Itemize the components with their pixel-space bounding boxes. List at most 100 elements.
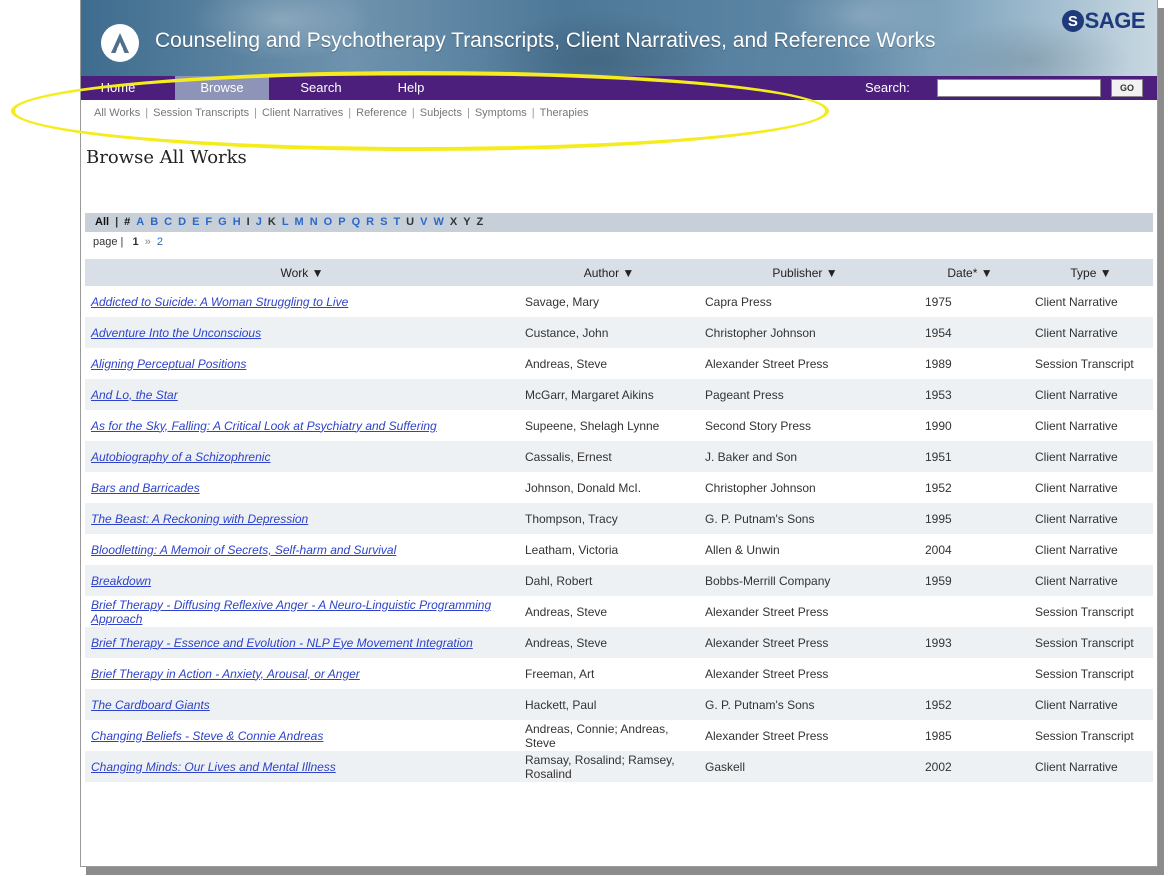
subnav-client-narratives[interactable]: Client Narratives — [262, 107, 343, 119]
cell-work: Aligning Perceptual Positions — [85, 348, 519, 379]
alpha-letter-r[interactable]: R — [366, 216, 374, 228]
cell-type: Session Transcript — [1029, 627, 1153, 658]
table-row: Changing Beliefs - Steve & Connie Andrea… — [85, 720, 1153, 751]
work-title-link[interactable]: Autobiography of a Schizophrenic — [91, 450, 270, 464]
alpha-letter-o[interactable]: O — [324, 216, 333, 228]
nav-search[interactable]: Search — [281, 76, 361, 100]
col-header-publisher[interactable]: Publisher ▼ — [699, 259, 911, 286]
alpha-letter-q[interactable]: Q — [352, 216, 361, 228]
table-row: Bars and Barricades Johnson, Donald McI. C… — [85, 472, 1153, 503]
alpha-letter-f[interactable]: F — [205, 216, 212, 228]
cell-date: 1951 — [911, 441, 1029, 472]
cell-work: Bars and Barricades — [85, 472, 519, 503]
cell-author: Andreas, Steve — [525, 356, 608, 371]
search-input[interactable] — [937, 79, 1101, 97]
cell-author: Dahl, Robert — [519, 565, 699, 596]
work-title-link[interactable]: Brief Therapy - Diffusing Reflexive Ange… — [91, 598, 491, 626]
alpha-all[interactable]: All — [95, 216, 109, 228]
cell-publisher: Alexander Street Press — [699, 627, 911, 658]
subnav-therapies[interactable]: Therapies — [540, 107, 589, 119]
alpha-letter-m[interactable]: M — [295, 216, 304, 228]
site-logo-icon[interactable] — [101, 24, 139, 62]
work-title-link[interactable]: Brief Therapy - Essence and Evolution - … — [91, 636, 473, 650]
go-button[interactable]: GO — [1111, 79, 1143, 97]
work-title-link[interactable]: Aligning Perceptual Positions — [91, 357, 246, 371]
alpha-letter-b[interactable]: B — [150, 216, 158, 228]
cell-date: 1952 — [911, 689, 1029, 720]
col-header-date[interactable]: Date* ▼ — [911, 259, 1029, 286]
subnav-reference[interactable]: Reference — [356, 107, 407, 119]
cell-date: 2002 — [911, 751, 1029, 782]
cell-type: Session Transcript — [1035, 604, 1134, 619]
work-title-link[interactable]: Adventure Into the Unconscious — [91, 326, 261, 340]
paging-next[interactable]: 2 — [157, 236, 163, 248]
subnav-subjects[interactable]: Subjects — [420, 107, 462, 119]
alpha-letter-s[interactable]: S — [380, 216, 387, 228]
work-title-link[interactable]: Brief Therapy in Action - Anxiety, Arous… — [91, 667, 360, 681]
work-title-link[interactable]: Bloodletting: A Memoir of Secrets, Self-… — [91, 543, 396, 557]
table-row: And Lo, the Star McGarr, Margaret Aikins P… — [85, 379, 1153, 410]
alpha-letter-n[interactable]: N — [310, 216, 318, 228]
cell-publisher: Alexander Street Press — [705, 356, 829, 371]
alpha-letter-p[interactable]: P — [338, 216, 345, 228]
logo-a-icon — [111, 33, 129, 53]
cell-publisher: Alexander Street Press — [705, 604, 829, 619]
table-row: Autobiography of a Schizophrenic Cassalis… — [85, 441, 1153, 472]
cell-publisher: J. Baker and Son — [699, 441, 911, 472]
alpha-letter-j[interactable]: J — [256, 216, 262, 228]
paging-current: 1 — [132, 236, 139, 248]
col-header-work[interactable]: Work ▼ — [85, 259, 519, 286]
subnav-session-transcripts[interactable]: Session Transcripts — [153, 107, 249, 119]
cell-date: 1959 — [911, 565, 1029, 596]
cell-type: Session Transcript — [1035, 356, 1134, 371]
alpha-letter-d[interactable]: D — [178, 216, 186, 228]
alpha-letter-w[interactable]: W — [433, 216, 443, 228]
nav-home[interactable]: Home — [81, 76, 155, 100]
work-title-link[interactable]: Changing Minds: Our Lives and Mental Ill… — [91, 760, 336, 774]
col-header-type[interactable]: Type ▼ — [1029, 259, 1153, 286]
alpha-letter-a[interactable]: A — [136, 216, 144, 228]
work-title-link[interactable]: Addicted to Suicide: A Woman Struggling … — [91, 295, 348, 309]
cell-work: As for the Sky, Falling: A Critical Look… — [85, 410, 519, 441]
work-title-link[interactable]: The Cardboard Giants — [91, 698, 210, 712]
work-title-link[interactable]: Changing Beliefs - Steve & Connie Andrea… — [91, 729, 323, 743]
cell-type: Session Transcript — [1035, 666, 1134, 681]
alpha-letter-e[interactable]: E — [192, 216, 199, 228]
site-title: Counseling and Psychotherapy Transcripts… — [155, 29, 936, 52]
cell-publisher: Capra Press — [705, 294, 772, 309]
alpha-letter-l[interactable]: L — [282, 216, 289, 228]
alpha-letter-c[interactable]: C — [164, 216, 172, 228]
sage-s-icon: S — [1061, 10, 1084, 32]
table-row: The Beast: A Reckoning with Depression Th… — [85, 503, 1153, 534]
work-title-link[interactable]: Bars and Barricades — [91, 481, 200, 495]
subnav-symptoms[interactable]: Symptoms — [475, 107, 527, 119]
work-title-link[interactable]: The Beast: A Reckoning with Depression — [91, 512, 308, 526]
sage-logo[interactable]: S SAGE — [1061, 8, 1146, 34]
work-title-link[interactable]: Breakdown — [91, 574, 151, 588]
cell-work: The Cardboard Giants — [85, 689, 519, 720]
table-row: As for the Sky, Falling: A Critical Look… — [85, 410, 1153, 441]
cell-author: Freeman, Art — [525, 666, 595, 681]
alpha-letter-h[interactable]: H — [233, 216, 241, 228]
cell-work: Brief Therapy - Diffusing Reflexive Ange… — [85, 596, 519, 627]
alphabet-filter: All | # ABCDEFGHIJKLMNOPQRSTUVWXYZ — [95, 216, 483, 228]
cell-work: Autobiography of a Schizophrenic — [85, 441, 519, 472]
cell-date — [911, 596, 1029, 627]
col-header-author[interactable]: Author ▼ — [519, 259, 699, 286]
work-title-link[interactable]: And Lo, the Star — [91, 388, 178, 402]
nav-browse[interactable]: Browse — [175, 76, 269, 100]
nav-help[interactable]: Help — [379, 76, 443, 100]
subnav-all-works[interactable]: All Works — [94, 107, 140, 119]
sage-wordmark: SAGE — [1084, 8, 1146, 33]
work-title-link[interactable]: As for the Sky, Falling: A Critical Look… — [91, 419, 437, 433]
alpha-letter-v[interactable]: V — [420, 216, 427, 228]
alpha-hash[interactable]: # — [124, 216, 130, 228]
alpha-separator: | — [115, 216, 119, 228]
cell-author: Custance, John — [519, 317, 699, 348]
alpha-letter-g[interactable]: G — [218, 216, 227, 228]
cell-type: Client Narrative — [1029, 689, 1153, 720]
cell-date: 1954 — [911, 317, 1029, 348]
cell-date — [911, 658, 1029, 689]
cell-type: Client Narrative — [1029, 751, 1153, 782]
alpha-letter-t[interactable]: T — [393, 216, 400, 228]
